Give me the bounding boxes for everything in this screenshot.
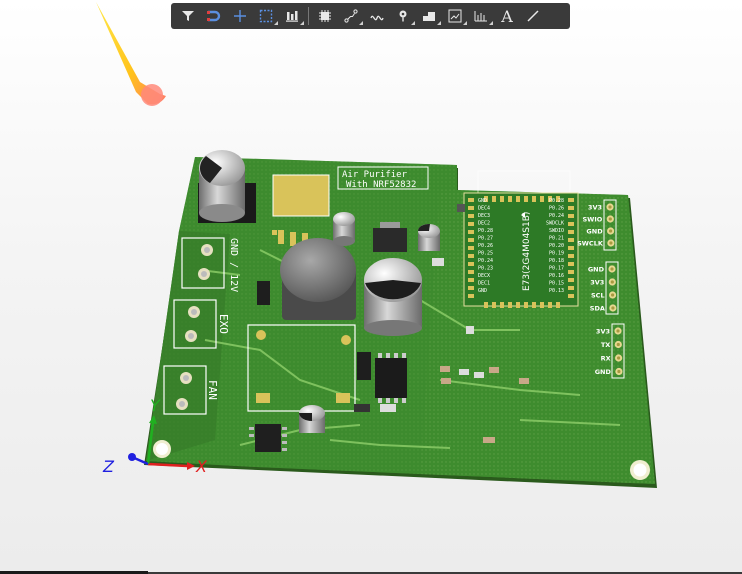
header-pin-label: GND <box>586 228 603 236</box>
module-pin-label: P0.19 <box>549 251 564 257</box>
module-pin-label: DEC2 <box>478 221 490 227</box>
header-pin-label: SWCLK <box>577 240 604 248</box>
module-pin-label: P0.24 <box>478 258 493 264</box>
header-pin-hole <box>610 280 614 284</box>
light-source-icon[interactable] <box>96 2 166 106</box>
small-capacitor[interactable] <box>333 212 355 246</box>
header-pin-label: GND <box>595 368 612 376</box>
header-pin-label: RX <box>601 355 611 363</box>
header-pin-hole <box>610 267 614 271</box>
header-pin-hole <box>616 342 620 347</box>
module-pin-label: P0.23 <box>478 266 493 272</box>
header-pin-label: 3V3 <box>596 328 610 336</box>
module-pin-label: DEC4 <box>478 206 490 212</box>
module-pin-label: P0.28 <box>478 228 493 234</box>
module-pin-label: DEC3 <box>478 213 490 219</box>
header-pin-hole <box>611 306 615 310</box>
module-pin-label: DECX <box>478 273 490 279</box>
module-pin-label: P0.25 <box>478 251 493 257</box>
module-pin-label: SWDIO <box>549 228 564 234</box>
pcb-3d-viewport[interactable]: Air Purifier With NRF52832 GND / 12V EXO… <box>0 0 742 574</box>
axis-z-label: Z <box>102 457 115 476</box>
header-pin-hole <box>609 229 613 233</box>
header-pin-hole <box>609 241 613 245</box>
module-pin-label: SWDCLK <box>546 221 564 227</box>
power-connector-label: GND / 12V <box>228 238 239 292</box>
module-pin-label: P0.17 <box>549 266 564 272</box>
header-pin-hole <box>611 293 615 297</box>
header-pin-label: SWIO <box>583 216 603 224</box>
copper-pad <box>272 174 330 217</box>
header-pin-label: 3V3 <box>590 279 604 287</box>
axis-y-label: Y <box>150 396 161 415</box>
module-pin-label: P0.26 <box>478 243 493 249</box>
header-pin-label: GND <box>588 266 605 274</box>
header-pin-hole <box>617 369 621 374</box>
module-pin-label: P0.26 <box>549 206 564 212</box>
header-pin-hole <box>617 356 621 360</box>
module-pin-label: P0.20 <box>549 243 564 249</box>
board-title-line1: Air Purifier <box>342 170 408 180</box>
module-pin-label: P0.21 <box>549 236 564 242</box>
ic-chip[interactable] <box>375 353 407 403</box>
header-pin-label: TX <box>601 341 610 349</box>
module-pin-label: GND <box>478 288 487 294</box>
module-pin-label: P0.27 <box>478 236 493 242</box>
fan-connector-label: FAN <box>206 380 219 400</box>
module-pin-label: P0.18 <box>549 258 564 264</box>
module-pin-label: P0.24 <box>549 213 564 219</box>
module-pin-label: P0.28 <box>549 198 564 204</box>
module-pin-label: DEC1 <box>478 281 490 287</box>
header-pin-hole <box>608 205 612 209</box>
header-pin-hole <box>608 217 612 221</box>
module-pin-label: P0.13 <box>549 288 564 294</box>
small-capacitor[interactable] <box>299 405 325 433</box>
electrolytic-capacitor[interactable] <box>364 258 422 336</box>
power-inductor[interactable] <box>280 238 356 320</box>
axis-x-label: X <box>195 457 208 476</box>
module-pin-label: P0.16 <box>549 273 564 279</box>
header-pin-label: SCL <box>591 292 605 300</box>
header-pin-label: 3V3 <box>588 204 602 212</box>
mounting-hole <box>630 460 650 480</box>
module-pin-label: GND <box>478 198 487 204</box>
header-pin-label: SDA <box>590 305 605 313</box>
rf-module-label: E73(2G4M04S1B) <box>522 212 532 291</box>
mounting-hole <box>153 440 171 458</box>
board-title-line2: With NRF52832 <box>346 180 416 190</box>
exo-connector-label: EXO <box>217 314 230 334</box>
small-capacitor[interactable] <box>417 223 440 251</box>
header-pin-hole <box>616 329 620 333</box>
module-pin-label: P0.15 <box>549 281 564 287</box>
